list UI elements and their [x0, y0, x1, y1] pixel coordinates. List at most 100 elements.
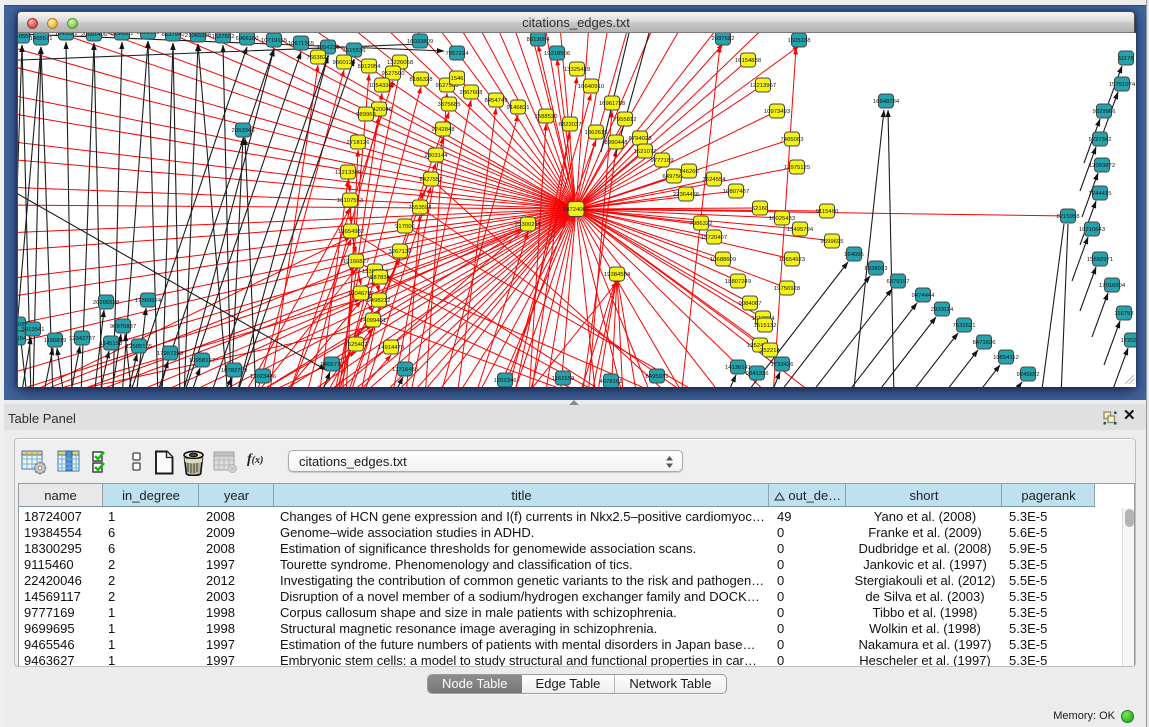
svg-text:8454749: 8454749	[485, 98, 508, 104]
svg-text:20691406: 20691406	[81, 33, 108, 38]
svg-text:10671355: 10671355	[288, 41, 315, 47]
svg-text:9146821: 9146821	[507, 105, 530, 111]
svg-text:10807487: 10807487	[723, 189, 749, 195]
svg-text:9660124: 9660124	[333, 60, 357, 66]
svg-text:6322037: 6322037	[559, 122, 582, 128]
svg-text:10958127: 10958127	[189, 358, 215, 364]
svg-text:8938923: 8938923	[865, 266, 889, 272]
svg-text:13495794: 13495794	[787, 227, 814, 233]
svg-text:1145193: 1145193	[100, 341, 123, 347]
svg-text:18724007: 18724007	[563, 207, 589, 213]
svg-text:252214: 252214	[760, 348, 780, 354]
svg-text:3389083: 3389083	[137, 33, 161, 36]
svg-text:587834: 587834	[370, 275, 390, 281]
svg-text:1244415: 1244415	[1089, 191, 1113, 197]
svg-text:6966160: 6966160	[236, 36, 260, 42]
svg-text:7632621: 7632621	[953, 323, 976, 329]
svg-text:8990448: 8990448	[605, 140, 629, 146]
svg-text:10046786: 10046786	[348, 291, 375, 297]
svg-text:14914479: 14914479	[378, 345, 404, 351]
svg-text:13716485: 13716485	[392, 367, 419, 373]
svg-text:8215958: 8215958	[1057, 214, 1081, 220]
svg-text:12342737: 12342737	[69, 336, 95, 342]
svg-text:17957253: 17957253	[157, 351, 184, 357]
svg-text:7485063: 7485063	[781, 137, 805, 143]
svg-text:19654923: 19654923	[779, 257, 806, 263]
svg-text:9465779: 9465779	[321, 362, 344, 368]
svg-text:16648784: 16648784	[873, 99, 900, 105]
svg-text:16640910: 16640910	[578, 84, 605, 90]
svg-text:10973493: 10973493	[764, 109, 791, 115]
svg-text:1546: 1546	[450, 76, 464, 82]
svg-text:9242848: 9242848	[432, 127, 456, 133]
svg-text:10688609: 10688609	[710, 257, 736, 263]
svg-text:8912954: 8912954	[358, 64, 382, 70]
svg-text:1527602: 1527602	[212, 34, 235, 40]
svg-text:10543382: 10543382	[369, 83, 395, 89]
svg-text:16961758: 16961758	[599, 101, 626, 107]
svg-text:7663822: 7663822	[307, 55, 330, 61]
svg-text:20206578: 20206578	[93, 300, 120, 306]
svg-text:1621072: 1621072	[634, 149, 657, 155]
svg-text:1405571: 1405571	[30, 36, 53, 42]
svg-text:9084067: 9084067	[739, 301, 762, 307]
svg-text:12975125: 12975125	[784, 165, 811, 171]
svg-text:1615132: 1615132	[754, 323, 777, 329]
svg-text:7357224: 7357224	[446, 51, 470, 57]
svg-text:2718126: 2718126	[347, 140, 371, 146]
svg-text:15751074: 15751074	[1109, 82, 1136, 88]
svg-text:19218506: 19218506	[544, 51, 571, 57]
svg-text:2803144: 2803144	[425, 153, 449, 159]
svg-text:19756928: 19756928	[774, 286, 801, 292]
svg-text:1362615: 1362615	[585, 130, 609, 136]
svg-text:3875685: 3875685	[438, 102, 462, 108]
svg-text:0341316: 0341316	[746, 371, 770, 377]
svg-text:21065328: 21065328	[185, 33, 212, 39]
svg-text:2867608: 2867608	[460, 90, 484, 96]
svg-text:989963: 989963	[356, 112, 376, 118]
svg-text:917006: 917006	[395, 224, 415, 230]
svg-text:1156819: 1156819	[44, 338, 67, 344]
svg-text:1733426: 1733426	[771, 362, 795, 368]
svg-text:90975887: 90975887	[110, 324, 136, 330]
svg-text:13325419: 13325419	[564, 67, 590, 73]
svg-text:14099481: 14099481	[360, 318, 386, 324]
svg-text:116753: 116753	[1114, 311, 1134, 317]
svg-text:16107553: 16107553	[337, 198, 364, 204]
svg-text:7955812: 7955812	[614, 117, 637, 123]
svg-text:7625402: 7625402	[345, 342, 368, 348]
svg-text:10025433: 10025433	[769, 216, 796, 222]
svg-text:9329966: 9329966	[1093, 109, 1117, 115]
svg-text:62160: 62160	[752, 206, 769, 212]
svg-text:1202346: 1202346	[494, 378, 518, 384]
svg-text:12023446: 12023446	[250, 374, 277, 380]
svg-text:8471626: 8471626	[973, 340, 997, 346]
svg-text:7986322: 7986322	[690, 221, 713, 227]
svg-text:9474444: 9474444	[912, 293, 936, 299]
svg-text:12213369: 12213369	[335, 170, 361, 176]
svg-text:12093872: 12093872	[1089, 163, 1115, 169]
svg-text:1161559: 1161559	[552, 376, 575, 382]
svg-text:13226058: 13226058	[387, 60, 414, 66]
svg-text:6379197: 6379197	[887, 279, 910, 285]
svg-text:164095: 164095	[844, 252, 864, 258]
svg-text:8196001: 8196001	[111, 33, 134, 37]
svg-text:9245652: 9245652	[1017, 372, 1040, 378]
svg-text:9498212: 9498212	[368, 298, 391, 304]
svg-text:8637940: 8637940	[162, 33, 186, 38]
svg-text:14136141: 14136141	[725, 365, 751, 371]
svg-text:1720351: 1720351	[1121, 338, 1136, 344]
svg-text:16210643: 16210643	[1079, 227, 1106, 233]
svg-text:7553594: 7553594	[409, 205, 433, 211]
svg-text:9115460: 9115460	[816, 209, 839, 215]
svg-text:18807249: 18807249	[725, 279, 751, 285]
svg-text:17016504: 17016504	[1099, 283, 1126, 289]
svg-text:1588520: 1588520	[535, 114, 559, 120]
svg-text:2933114: 2933114	[931, 307, 954, 313]
svg-text:16154838: 16154838	[735, 58, 762, 64]
svg-text:4078161: 4078161	[600, 379, 623, 385]
svg-text:1605338: 1605338	[788, 38, 812, 44]
svg-text:9777169: 9777169	[651, 158, 674, 164]
svg-text:19166827: 19166827	[343, 259, 369, 265]
svg-text:39154: 39154	[18, 336, 27, 342]
